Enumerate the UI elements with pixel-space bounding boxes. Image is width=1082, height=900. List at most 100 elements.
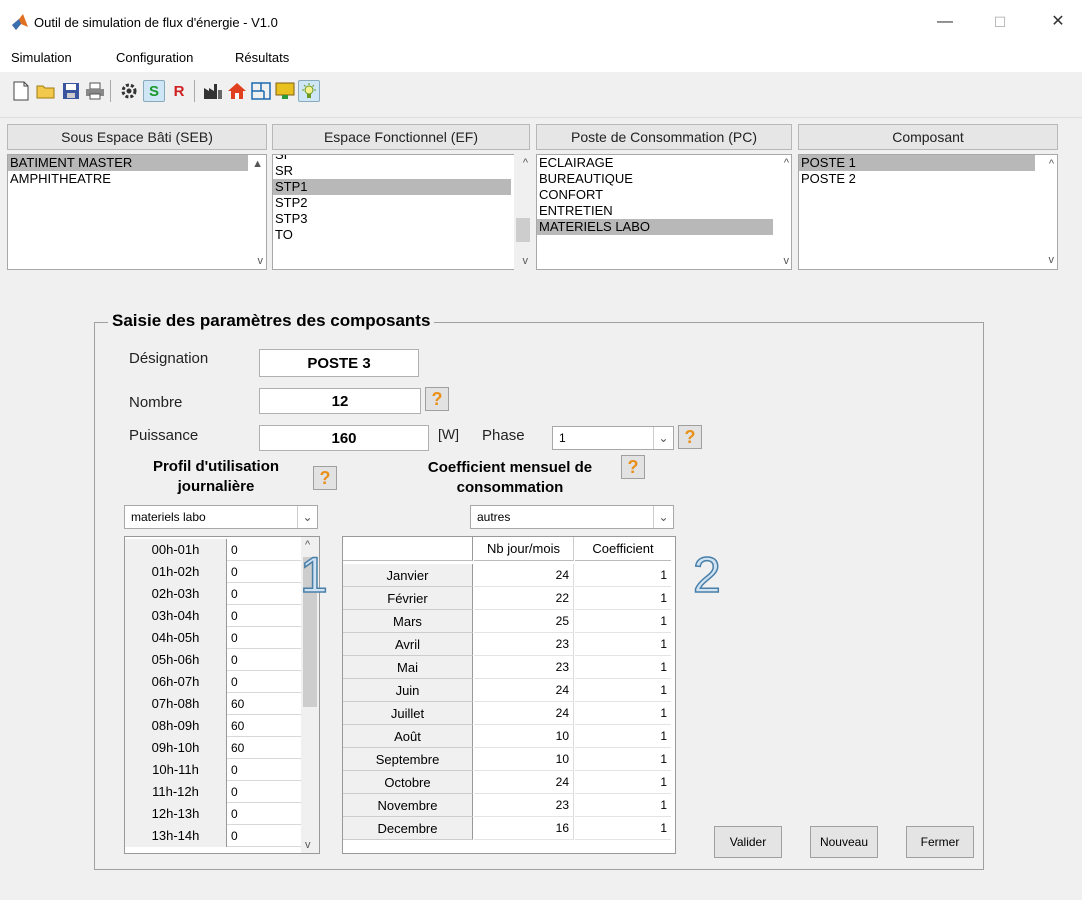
puissance-field[interactable]: 160 xyxy=(259,425,429,451)
profil-help-button[interactable]: ? xyxy=(313,466,337,490)
ef-scrollbar-track[interactable]: ^ v xyxy=(514,154,532,270)
coefficient-cell[interactable]: 1 xyxy=(575,587,671,610)
coefficient-cell[interactable]: 1 xyxy=(575,794,671,817)
pc-listbox[interactable]: ECLAIRAGE BUREAUTIQUE CONFORT ENTRETIEN … xyxy=(536,154,792,270)
list-item[interactable]: SI xyxy=(273,155,529,163)
days-cell[interactable]: 24 xyxy=(474,771,574,794)
scroll-down-icon[interactable]: v xyxy=(1049,254,1055,266)
coefficient-cell[interactable]: 1 xyxy=(575,633,671,656)
nombre-help-button[interactable]: ? xyxy=(425,387,449,411)
new-file-icon[interactable] xyxy=(10,80,32,102)
days-cell[interactable]: 16 xyxy=(474,817,574,840)
coef-select[interactable]: autres ⌄ xyxy=(470,505,674,529)
hour-value-cell[interactable]: 0 xyxy=(229,781,299,803)
days-cell[interactable]: 10 xyxy=(474,725,574,748)
hour-value-cell[interactable]: 0 xyxy=(229,583,299,605)
scroll-up-icon[interactable]: ^ xyxy=(784,157,789,169)
list-item[interactable]: STP1 xyxy=(273,179,511,195)
menu-simulation[interactable]: Simulation xyxy=(11,50,72,65)
scroll-up-icon[interactable]: ^ xyxy=(523,157,528,169)
coefficient-cell[interactable]: 1 xyxy=(575,702,671,725)
scroll-down-icon[interactable]: v xyxy=(784,255,790,267)
days-cell[interactable]: 25 xyxy=(474,610,574,633)
days-cell[interactable]: 24 xyxy=(474,679,574,702)
maximize-button[interactable]: ☐ xyxy=(985,8,1015,36)
hour-value-cell[interactable]: 0 xyxy=(229,671,299,693)
nouveau-button[interactable]: Nouveau xyxy=(810,826,878,858)
simulation-s-button[interactable]: S xyxy=(143,80,165,102)
coefficient-cell[interactable]: 1 xyxy=(575,610,671,633)
ef-listbox[interactable]: SI SR STP1 STP2 STP3 TO ▲ ▼ xyxy=(272,154,530,270)
list-item[interactable]: TO xyxy=(273,227,529,243)
valider-button[interactable]: Valider xyxy=(714,826,782,858)
coefficient-cell[interactable]: 1 xyxy=(575,817,671,840)
list-item[interactable]: POSTE 2 xyxy=(799,171,1057,187)
monitor-icon[interactable] xyxy=(274,80,296,102)
hour-value-cell[interactable]: 0 xyxy=(229,561,299,583)
list-item[interactable]: BUREAUTIQUE xyxy=(537,171,791,187)
hour-value-cell[interactable]: 0 xyxy=(229,803,299,825)
days-cell[interactable]: 22 xyxy=(474,587,574,610)
menu-resultats[interactable]: Résultats xyxy=(235,50,289,65)
days-cell[interactable]: 23 xyxy=(474,794,574,817)
list-item[interactable]: POSTE 1 xyxy=(799,155,1035,171)
days-cell[interactable]: 24 xyxy=(474,564,574,587)
scroll-down-icon[interactable]: v xyxy=(305,839,311,851)
minimize-button[interactable]: — xyxy=(930,8,960,36)
results-r-button[interactable]: R xyxy=(168,80,190,102)
lightbulb-icon[interactable] xyxy=(298,80,320,102)
days-cell[interactable]: 23 xyxy=(474,656,574,679)
fermer-button[interactable]: Fermer xyxy=(906,826,974,858)
hour-value-cell[interactable]: 0 xyxy=(229,825,299,847)
seb-scrollbar[interactable]: v xyxy=(250,154,266,270)
list-item[interactable]: STP2 xyxy=(273,195,529,211)
nombre-field[interactable]: 12 xyxy=(259,388,421,414)
house-icon[interactable] xyxy=(226,80,248,102)
composant-listbox[interactable]: POSTE 1 POSTE 2 ^ v xyxy=(798,154,1058,270)
hour-value-cell[interactable]: 0 xyxy=(229,759,299,781)
list-item[interactable]: AMPHITHEATRE xyxy=(8,171,266,187)
scroll-down-icon[interactable]: v xyxy=(258,255,264,267)
profil-select[interactable]: materiels labo ⌄ xyxy=(124,505,318,529)
list-item[interactable]: CONFORT xyxy=(537,187,791,203)
hour-value-cell[interactable]: 60 xyxy=(229,693,299,715)
coefficient-cell[interactable]: 1 xyxy=(575,656,671,679)
scrollbar[interactable]: ^ v xyxy=(1039,155,1057,269)
designation-field[interactable]: POSTE 3 xyxy=(259,349,419,377)
hour-value-cell[interactable]: 0 xyxy=(229,539,299,561)
coefficient-cell[interactable]: 1 xyxy=(575,679,671,702)
list-item[interactable]: ENTRETIEN xyxy=(537,203,791,219)
list-item[interactable]: STP3 xyxy=(273,211,529,227)
hour-value-cell[interactable]: 0 xyxy=(229,649,299,671)
scroll-thumb[interactable] xyxy=(516,218,530,242)
scroll-up-icon[interactable]: ^ xyxy=(1049,158,1054,170)
save-icon[interactable] xyxy=(60,80,82,102)
seb-listbox[interactable]: BATIMENT MASTER AMPHITHEATRE ▲ xyxy=(7,154,267,270)
open-folder-icon[interactable] xyxy=(35,80,57,102)
list-item[interactable]: MATERIELS LABO xyxy=(537,219,773,235)
close-button[interactable]: ✕ xyxy=(1043,8,1073,36)
days-cell[interactable]: 23 xyxy=(474,633,574,656)
settings-gear-icon[interactable] xyxy=(118,80,140,102)
days-cell[interactable]: 24 xyxy=(474,702,574,725)
pc-scrollbar[interactable]: ^ v xyxy=(776,154,792,270)
factory-icon[interactable] xyxy=(202,80,224,102)
coefficient-cell[interactable]: 1 xyxy=(575,748,671,771)
list-item[interactable]: SR xyxy=(273,163,529,179)
print-icon[interactable] xyxy=(84,80,106,102)
days-cell[interactable]: 10 xyxy=(474,748,574,771)
menu-configuration[interactable]: Configuration xyxy=(116,50,193,65)
hour-value-cell[interactable]: 0 xyxy=(229,627,299,649)
list-item[interactable]: BATIMENT MASTER xyxy=(8,155,248,171)
coefficient-cell[interactable]: 1 xyxy=(575,771,671,794)
scroll-down-icon[interactable]: v xyxy=(523,255,529,267)
phase-help-button[interactable]: ? xyxy=(678,425,702,449)
hour-value-cell[interactable]: 0 xyxy=(229,605,299,627)
list-item[interactable]: ECLAIRAGE xyxy=(537,155,791,171)
phase-select[interactable]: 1 ⌄ xyxy=(552,426,674,450)
hour-value-cell[interactable]: 60 xyxy=(229,737,299,759)
coefficient-cell[interactable]: 1 xyxy=(575,725,671,748)
hour-value-cell[interactable]: 60 xyxy=(229,715,299,737)
coef-help-button[interactable]: ? xyxy=(621,455,645,479)
floorplan-icon[interactable] xyxy=(250,80,272,102)
